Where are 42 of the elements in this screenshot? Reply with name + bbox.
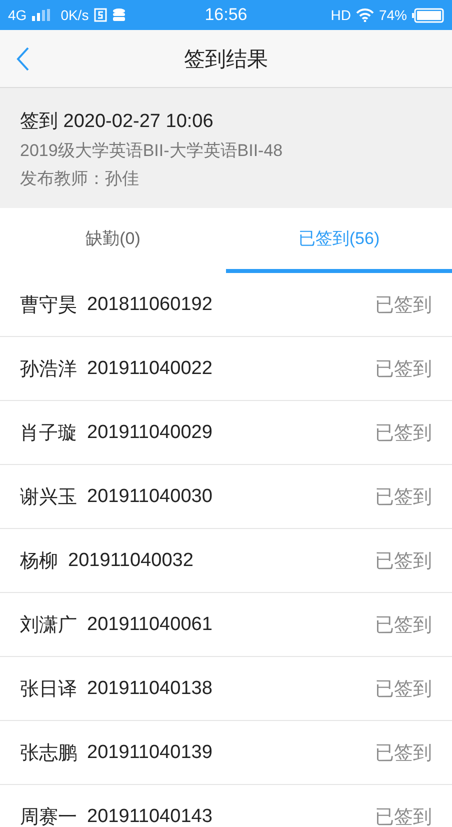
wifi-icon [356, 8, 374, 22]
student-name: 谢兴玉 [20, 486, 77, 510]
student-id: 201911040032 [68, 550, 194, 572]
student-name: 张志鹏 [20, 742, 77, 766]
student-id: 201911040139 [87, 742, 212, 764]
signal-icon [32, 9, 50, 21]
course-name: 2019级大学英语BII-大学英语BII-48 [20, 140, 284, 162]
status-label: 已签到 [375, 550, 432, 574]
speed-label: 0K/s [60, 7, 89, 23]
hd-label: HD [330, 7, 351, 23]
student-id: 201811060192 [87, 294, 212, 316]
student-name: 曹守昊 [20, 294, 77, 318]
status-label: 已签到 [375, 422, 432, 446]
student-id: 201911040022 [87, 358, 212, 380]
student-name: 杨柳 [20, 550, 58, 574]
app-icon [94, 8, 107, 22]
back-icon [16, 46, 29, 70]
student-name: 孙浩洋 [20, 358, 77, 382]
teacher-label: 发布教师：孙佳 [20, 168, 140, 190]
status-label: 已签到 [375, 486, 432, 510]
status-label: 已签到 [375, 614, 432, 638]
student-id: 201911040143 [87, 806, 212, 827]
status-label: 已签到 [375, 358, 432, 382]
sign-in-title: 签到 2020-02-27 10:06 [20, 110, 214, 134]
battery-icon [412, 8, 444, 22]
database-icon [112, 8, 126, 22]
student-name: 肖子璇 [20, 422, 77, 446]
student-name: 张日译 [20, 678, 77, 702]
status-label: 已签到 [375, 742, 432, 766]
clock: 16:56 [204, 5, 248, 24]
battery-label: 74% [378, 7, 407, 23]
student-id: 201911040030 [87, 486, 212, 508]
status-label: 已签到 [375, 294, 432, 318]
student-id: 201911040061 [87, 614, 212, 636]
status-label: 已签到 [375, 806, 432, 827]
student-name: 刘潇广 [20, 614, 77, 638]
page-title: 签到结果 [184, 46, 268, 72]
student-id: 201911040138 [87, 678, 212, 700]
student-name: 周赛一 [20, 806, 77, 827]
student-id: 201911040029 [87, 422, 212, 444]
network-label: 4G [8, 7, 27, 23]
status-label: 已签到 [375, 678, 432, 702]
